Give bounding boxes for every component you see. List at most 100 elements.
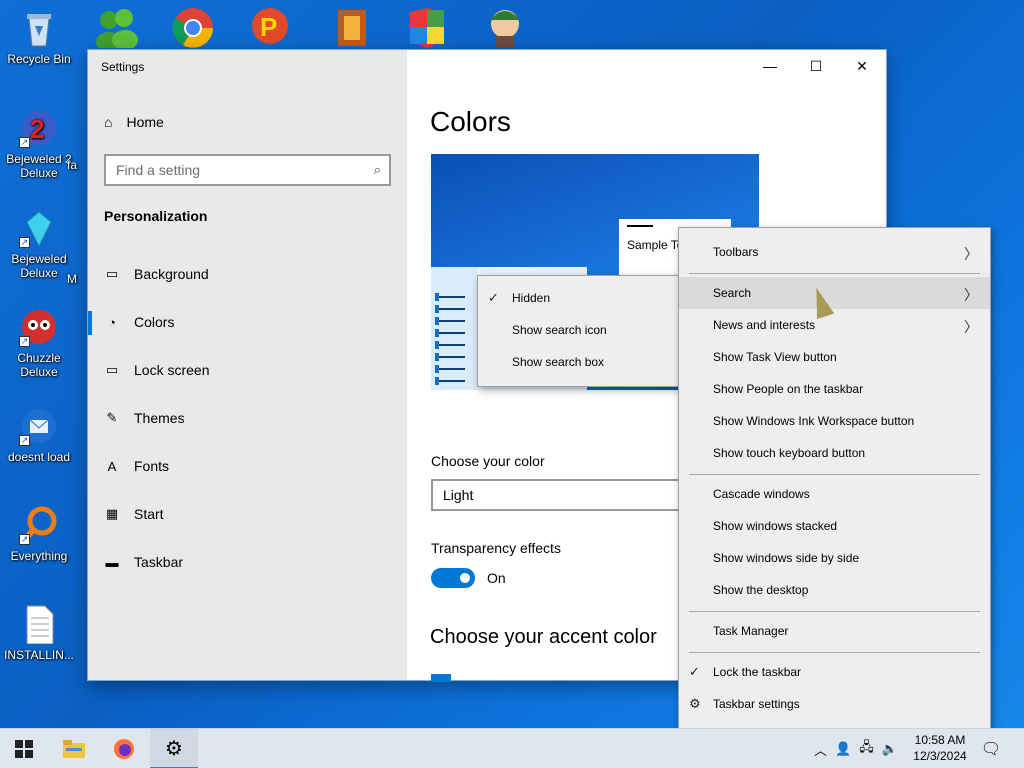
game-character-icon[interactable] — [482, 6, 528, 48]
desktop-icon-label: Everything — [10, 549, 68, 563]
nav-item-colors[interactable]: ◔ Colors — [104, 314, 174, 330]
maximize-button[interactable]: ☐ — [793, 50, 839, 82]
menu-item-label: Show Windows Ink Workspace button — [713, 414, 915, 428]
settings-taskbar-button[interactable]: ⚙ — [150, 729, 198, 768]
chevron-right-icon: 〉 — [964, 319, 978, 335]
shield-icon[interactable] — [404, 6, 450, 48]
menu-item-side-by-side[interactable]: Show windows side by side — [679, 542, 990, 574]
dropdown-value: Light — [443, 487, 474, 503]
auto-accent-checkbox[interactable] — [431, 674, 451, 682]
nav-home[interactable]: ⌂ Home — [104, 114, 164, 130]
menu-separator — [689, 611, 980, 612]
recycle-bin-icon — [19, 8, 59, 48]
page-title: Colors — [430, 106, 511, 137]
nav-selection-indicator — [88, 311, 92, 335]
desktop-icon-label: doesnt load — [7, 450, 71, 464]
menu-item-label: Hidden — [512, 291, 551, 305]
taskbar[interactable]: ⚙ ︿ 👤 🖧 🔈 10:58 AM 12/3/2024 🗨 — [0, 728, 1024, 768]
firefox-button[interactable] — [100, 729, 148, 768]
desktop-icon-everything[interactable]: ↗ Everything — [0, 505, 78, 563]
people-icon[interactable]: 👤 — [835, 741, 851, 757]
fonts-icon: A — [107, 458, 117, 474]
settings-gear-icon: ⚙ — [165, 737, 183, 760]
choose-color-dropdown[interactable]: Light — [431, 479, 691, 511]
network-icon[interactable]: 🖧 — [859, 738, 874, 760]
menu-item-label: Show People on the taskbar — [713, 382, 864, 396]
menu-item-hidden[interactable]: ✓ Hidden — [478, 282, 680, 314]
volume-icon[interactable]: 🔈 — [882, 741, 898, 757]
window-title: Settings — [101, 60, 145, 74]
menu-item-news-and-interests[interactable]: News and interests 〉 — [679, 309, 990, 341]
shortcut-arrow-icon: ↗ — [19, 435, 30, 446]
search-submenu: ✓ Hidden Show search icon Show search bo… — [477, 275, 681, 387]
desktop-icon-installing[interactable]: INSTALLIN... — [0, 604, 78, 662]
nav-item-fonts[interactable]: A Fonts — [104, 458, 169, 474]
menu-item-taskbar-settings[interactable]: ⚙ Taskbar settings — [679, 688, 990, 720]
menu-item-people[interactable]: Show People on the taskbar — [679, 373, 990, 405]
menu-item-show-search-icon[interactable]: Show search icon — [478, 314, 680, 346]
nav-item-lock-screen[interactable]: ▭ Lock screen — [104, 362, 210, 378]
nav-item-background[interactable]: ▭ Background — [104, 266, 209, 282]
settings-sidebar: Settings ⌂ Home Find a setting ⌕ Persona… — [88, 50, 407, 680]
checkmark-icon: ✓ — [689, 664, 700, 679]
nav-item-label: Fonts — [134, 458, 170, 474]
menu-item-label: Show windows stacked — [713, 519, 838, 533]
section-title: Personalization — [104, 208, 208, 224]
partial-label-text: M — [67, 272, 77, 286]
menu-item-label: Toolbars — [713, 245, 759, 259]
nav-item-taskbar[interactable]: ▬ Taskbar — [104, 554, 184, 570]
nav-item-themes[interactable]: ✎ Themes — [104, 410, 185, 426]
accent-color-title: Choose your accent color — [430, 626, 657, 648]
menu-item-label: Show touch keyboard button — [713, 446, 866, 460]
desktop-icon-label: INSTALLIN... — [4, 648, 74, 662]
msn-people-icon[interactable] — [94, 6, 140, 52]
close-button[interactable]: ✕ — [839, 50, 885, 82]
menu-item-show-desktop[interactable]: Show the desktop — [679, 574, 990, 606]
desktop-icon-bejeweled[interactable]: ↗ Bejeweled Deluxe — [0, 208, 78, 280]
desktop-icon-thunderbird[interactable]: ↗ doesnt load — [0, 406, 78, 464]
menu-item-label: Show Task View button — [713, 350, 837, 364]
menu-item-search[interactable]: Search 〉 — [679, 277, 990, 309]
menu-item-stacked[interactable]: Show windows stacked — [679, 510, 990, 542]
taskbar-context-menu: Toolbars 〉 Search 〉 News and interests 〉… — [678, 227, 991, 729]
menu-separator — [689, 474, 980, 475]
lock-screen-icon: ▭ — [105, 362, 119, 377]
menu-item-ink-workspace[interactable]: Show Windows Ink Workspace button — [679, 405, 990, 437]
desktop-icon-label: Recycle Bin — [7, 52, 71, 66]
bejeweled-2-icon: 2 ↗ — [19, 108, 59, 148]
nav-item-label: Themes — [134, 410, 185, 426]
menu-item-lock-taskbar[interactable]: ✓ Lock the taskbar — [679, 656, 990, 688]
menu-item-toolbars[interactable]: Toolbars 〉 — [679, 236, 990, 268]
svg-text:P: P — [260, 12, 277, 42]
everything-search-icon: ↗ — [19, 505, 59, 545]
action-center-button[interactable]: 🗨 — [968, 729, 1014, 768]
search-input[interactable]: Find a setting ⌕ — [104, 154, 391, 186]
nav-item-label: Colors — [134, 314, 175, 330]
bejeweled-icon: ↗ — [19, 208, 59, 248]
picture-icon: ▭ — [105, 266, 119, 281]
desktop-icon-chuzzle[interactable]: ↗ Chuzzle Deluxe — [0, 307, 78, 379]
menu-item-task-manager[interactable]: Task Manager — [679, 615, 990, 647]
desktop-icon-recycle-bin[interactable]: Recycle Bin — [0, 8, 78, 66]
p-app-icon[interactable]: P — [248, 6, 294, 48]
chevron-up-icon[interactable]: ︿ — [814, 740, 827, 759]
nav-home-label: Home — [126, 114, 164, 130]
nav-item-label: Start — [134, 506, 164, 522]
transparency-toggle[interactable] — [431, 568, 475, 588]
choose-color-label: Choose your color — [431, 453, 545, 469]
book-app-icon[interactable] — [330, 6, 376, 48]
menu-item-cascade[interactable]: Cascade windows — [679, 478, 990, 510]
firefox-icon — [114, 739, 134, 759]
menu-item-touch-keyboard[interactable]: Show touch keyboard button — [679, 437, 990, 469]
menu-item-task-view[interactable]: Show Task View button — [679, 341, 990, 373]
minimize-button[interactable]: — — [747, 50, 793, 82]
nav-item-start[interactable]: ▦ Start — [104, 506, 164, 522]
chrome-icon[interactable] — [170, 6, 216, 48]
menu-item-label: Search — [713, 286, 752, 300]
partial-desktop-label: fa — [62, 158, 82, 172]
windows-logo-icon — [15, 740, 33, 758]
file-explorer-button[interactable] — [50, 729, 98, 768]
start-button[interactable] — [0, 729, 48, 768]
menu-item-show-search-box[interactable]: Show search box — [478, 346, 680, 378]
menu-item-label: Cascade windows — [713, 487, 810, 501]
